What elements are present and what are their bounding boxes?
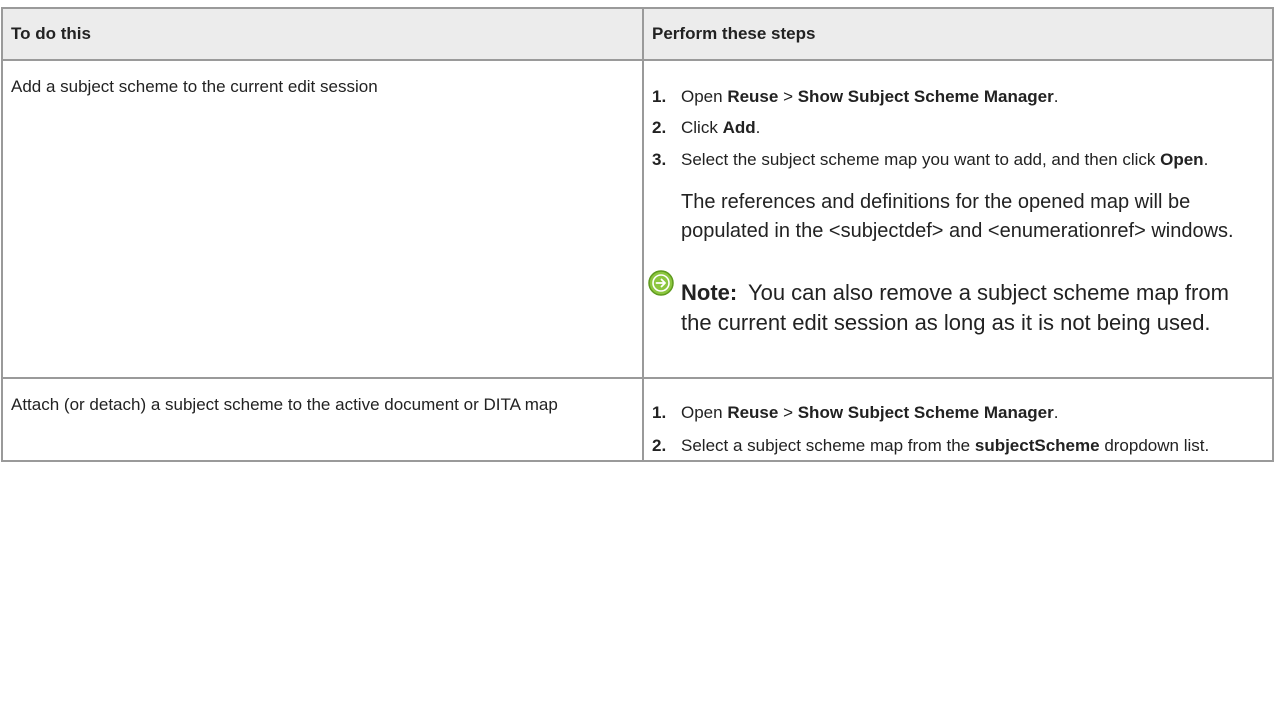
- open-command: Open: [1160, 150, 1204, 169]
- table-header-row: To do this Perform these steps: [1, 7, 1274, 61]
- step-list: 1. Open Reuse > Show Subject Scheme Mana…: [644, 398, 1272, 460]
- step-text: Select a subject scheme map from the sub…: [681, 436, 1210, 455]
- step-info: The references and definitions for the o…: [681, 191, 1234, 242]
- step-number: 2.: [652, 118, 667, 137]
- steps-cell: 1. Open Reuse > Show Subject Scheme Mana…: [642, 377, 1274, 462]
- step-list: 1. Open Reuse > Show Subject Scheme Mana…: [644, 82, 1272, 175]
- menu-reuse: Reuse: [727, 403, 779, 422]
- steps-cell: 1. Open Reuse > Show Subject Scheme Mana…: [642, 59, 1274, 379]
- menu-reuse: Reuse: [727, 87, 779, 106]
- subject-scheme-dropdown-name: subjectScheme: [974, 436, 1100, 455]
- step-text: Click Add.: [681, 118, 761, 137]
- header-task: To do this: [1, 7, 644, 61]
- menu-show-subject-scheme-manager: Show Subject Scheme Manager: [797, 87, 1054, 106]
- step-item: 3. Select the subject scheme map you wan…: [644, 144, 1272, 175]
- note-box: Note: You can also remove a subject sche…: [648, 270, 1232, 338]
- step-item: 1. Open Reuse > Show Subject Scheme Mana…: [644, 82, 1272, 111]
- step-item: 2. Select a subject scheme map from the …: [644, 431, 1272, 460]
- menu-show-subject-scheme-manager: Show Subject Scheme Manager: [797, 403, 1054, 422]
- task-cell: Attach (or detach) a subject scheme to t…: [1, 377, 644, 462]
- step-item: 2. Click Add.: [644, 113, 1272, 142]
- table-row: Add a subject scheme to the current edit…: [1, 59, 1274, 379]
- note-text: You can also remove a subject scheme map…: [681, 280, 1229, 335]
- note-label: Note:: [681, 280, 738, 305]
- steps-table: To do this Perform these steps Add a sub…: [1, 7, 1274, 462]
- step-number: 2.: [652, 436, 667, 455]
- step-number: 1.: [652, 87, 667, 106]
- header-steps: Perform these steps: [642, 7, 1274, 61]
- step-text: Open Reuse > Show Subject Scheme Manager…: [681, 403, 1059, 422]
- step-text: Open Reuse > Show Subject Scheme Manager…: [681, 87, 1059, 106]
- add-command: Add: [722, 118, 756, 137]
- step-number: 1.: [652, 403, 667, 422]
- table-row: Attach (or detach) a subject scheme to t…: [1, 377, 1274, 462]
- step-number: 3.: [652, 150, 667, 169]
- green-arrow-circle-icon: [648, 270, 674, 296]
- step-item: 1. Open Reuse > Show Subject Scheme Mana…: [644, 398, 1272, 427]
- task-cell: Add a subject scheme to the current edit…: [1, 59, 644, 379]
- step-text: Select the subject scheme map you want t…: [681, 150, 1209, 169]
